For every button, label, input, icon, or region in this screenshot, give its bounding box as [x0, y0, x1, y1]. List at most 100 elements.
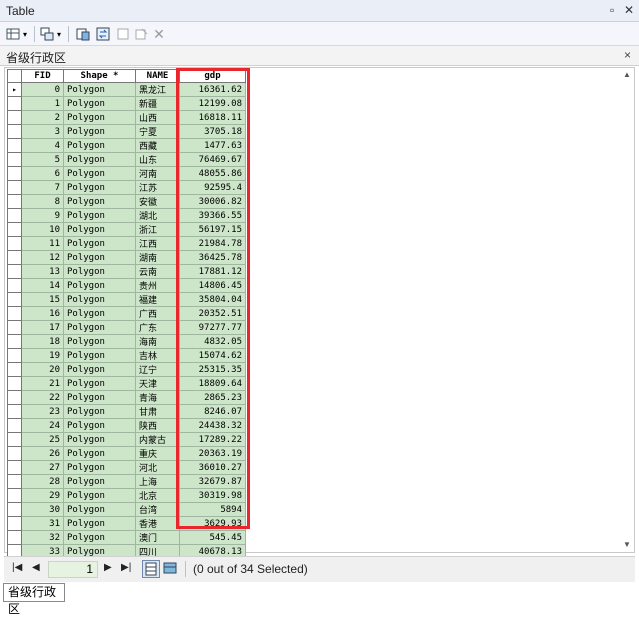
row-selector[interactable] — [7, 334, 22, 349]
cell-gdp[interactable]: 32679.87 — [179, 474, 246, 489]
cell-shape[interactable]: Polygon — [63, 152, 136, 167]
cell-gdp[interactable]: 39366.55 — [179, 208, 246, 223]
cell-gdp[interactable]: 20352.51 — [179, 306, 246, 321]
row-selector[interactable] — [7, 376, 22, 391]
cell-shape[interactable]: Polygon — [63, 138, 136, 153]
cell-gdp[interactable]: 36010.27 — [179, 460, 246, 475]
cell-name[interactable]: 山东 — [135, 152, 180, 167]
cell-name[interactable]: 重庆 — [135, 446, 180, 461]
row-selector[interactable] — [7, 390, 22, 405]
table-row[interactable]: 27 Polygon 河北 36010.27 — [7, 460, 246, 475]
row-selector[interactable] — [7, 502, 22, 517]
cell-name[interactable]: 广东 — [135, 320, 180, 335]
row-selector[interactable] — [7, 278, 22, 293]
cell-shape[interactable]: Polygon — [63, 194, 136, 209]
row-selector[interactable] — [7, 516, 22, 531]
cell-name[interactable]: 澳门 — [135, 530, 180, 545]
row-selector[interactable] — [7, 222, 22, 237]
cell-name[interactable]: 湖南 — [135, 250, 180, 265]
table-row[interactable]: 23 Polygon 甘肃 8246.07 — [7, 404, 246, 419]
table-row[interactable]: 8 Polygon 安徽 30006.82 — [7, 194, 246, 209]
cell-gdp[interactable]: 2865.23 — [179, 390, 246, 405]
cell-shape[interactable]: Polygon — [63, 110, 136, 125]
cell-gdp[interactable]: 92595.4 — [179, 180, 246, 195]
cell-fid[interactable]: 0 — [21, 82, 64, 97]
table-row[interactable]: 24 Polygon 陕西 24438.32 — [7, 418, 246, 433]
cell-gdp[interactable]: 24438.32 — [179, 418, 246, 433]
cell-fid[interactable]: 15 — [21, 292, 64, 307]
row-selector[interactable] — [7, 474, 22, 489]
cell-fid[interactable]: 17 — [21, 320, 64, 335]
cell-shape[interactable]: Polygon — [63, 208, 136, 223]
current-record-field[interactable]: 1 — [48, 561, 98, 578]
row-selector[interactable] — [7, 96, 22, 111]
table-row[interactable]: 12 Polygon 湖南 36425.78 — [7, 250, 246, 265]
row-selector[interactable] — [7, 530, 22, 545]
cell-shape[interactable]: Polygon — [63, 516, 136, 531]
cell-shape[interactable]: Polygon — [63, 278, 136, 293]
cell-shape[interactable]: Polygon — [63, 222, 136, 237]
table-row[interactable]: 30 Polygon 台湾 5894 — [7, 502, 246, 517]
cell-gdp[interactable]: 5894 — [179, 502, 246, 517]
cell-fid[interactable]: 16 — [21, 306, 64, 321]
row-selector[interactable] — [7, 432, 22, 447]
table-row[interactable]: 11 Polygon 江西 21984.78 — [7, 236, 246, 251]
cell-gdp[interactable]: 30319.98 — [179, 488, 246, 503]
cell-name[interactable]: 宁夏 — [135, 124, 180, 139]
cell-gdp[interactable]: 18809.64 — [179, 376, 246, 391]
cell-gdp[interactable]: 35804.04 — [179, 292, 246, 307]
row-selector[interactable] — [7, 306, 22, 321]
cell-name[interactable]: 西藏 — [135, 138, 180, 153]
cell-name[interactable]: 河北 — [135, 460, 180, 475]
cell-name[interactable]: 广西 — [135, 306, 180, 321]
cell-shape[interactable]: Polygon — [63, 292, 136, 307]
cell-fid[interactable]: 2 — [21, 110, 64, 125]
cell-fid[interactable]: 8 — [21, 194, 64, 209]
show-all-records-icon[interactable] — [142, 560, 160, 578]
delete-selected-icon[interactable] — [132, 25, 150, 43]
row-selector[interactable] — [7, 110, 22, 125]
cell-name[interactable]: 江苏 — [135, 180, 180, 195]
table-row[interactable]: 15 Polygon 福建 35804.04 — [7, 292, 246, 307]
last-record-icon[interactable]: ▶| — [121, 562, 131, 573]
table-row[interactable]: 20 Polygon 辽宁 25315.35 — [7, 362, 246, 377]
table-row[interactable]: 7 Polygon 江苏 92595.4 — [7, 180, 246, 195]
cell-gdp[interactable]: 1477.63 — [179, 138, 246, 153]
cell-fid[interactable]: 7 — [21, 180, 64, 195]
previous-record-icon[interactable]: ◀ — [32, 562, 40, 573]
column-header-gdp[interactable]: gdp — [179, 69, 246, 83]
cell-gdp[interactable]: 56197.15 — [179, 222, 246, 237]
cell-name[interactable]: 安徽 — [135, 194, 180, 209]
table-row[interactable]: 2 Polygon 山西 16818.11 — [7, 110, 246, 125]
row-selector[interactable] — [7, 250, 22, 265]
table-row[interactable]: 28 Polygon 上海 32679.87 — [7, 474, 246, 489]
cell-shape[interactable]: Polygon — [63, 348, 136, 363]
cell-fid[interactable]: 10 — [21, 222, 64, 237]
cell-gdp[interactable]: 25315.35 — [179, 362, 246, 377]
row-selector[interactable] — [7, 404, 22, 419]
table-row[interactable]: 13 Polygon 云南 17881.12 — [7, 264, 246, 279]
row-selector[interactable]: ▸ — [7, 82, 22, 97]
cell-fid[interactable]: 32 — [21, 530, 64, 545]
table-row[interactable]: 17 Polygon 广东 97277.77 — [7, 320, 246, 335]
cell-gdp[interactable]: 97277.77 — [179, 320, 246, 335]
cell-fid[interactable]: 24 — [21, 418, 64, 433]
cell-shape[interactable]: Polygon — [63, 460, 136, 475]
cell-fid[interactable]: 22 — [21, 390, 64, 405]
cell-fid[interactable]: 19 — [21, 348, 64, 363]
cell-name[interactable]: 云南 — [135, 264, 180, 279]
row-selector[interactable] — [7, 180, 22, 195]
cell-gdp[interactable]: 48055.86 — [179, 166, 246, 181]
cell-gdp[interactable]: 30006.82 — [179, 194, 246, 209]
cell-name[interactable]: 甘肃 — [135, 404, 180, 419]
cell-shape[interactable]: Polygon — [63, 488, 136, 503]
next-record-icon[interactable]: ▶ — [104, 562, 112, 573]
table-row[interactable]: 16 Polygon 广西 20352.51 — [7, 306, 246, 321]
table-row[interactable]: 25 Polygon 内蒙古 17289.22 — [7, 432, 246, 447]
cell-gdp[interactable]: 16818.11 — [179, 110, 246, 125]
cell-fid[interactable]: 12 — [21, 250, 64, 265]
chevron-down-icon[interactable]: ▾ — [20, 25, 30, 43]
table-row[interactable]: 6 Polygon 河南 48055.86 — [7, 166, 246, 181]
row-selector[interactable] — [7, 488, 22, 503]
cell-shape[interactable]: Polygon — [63, 96, 136, 111]
